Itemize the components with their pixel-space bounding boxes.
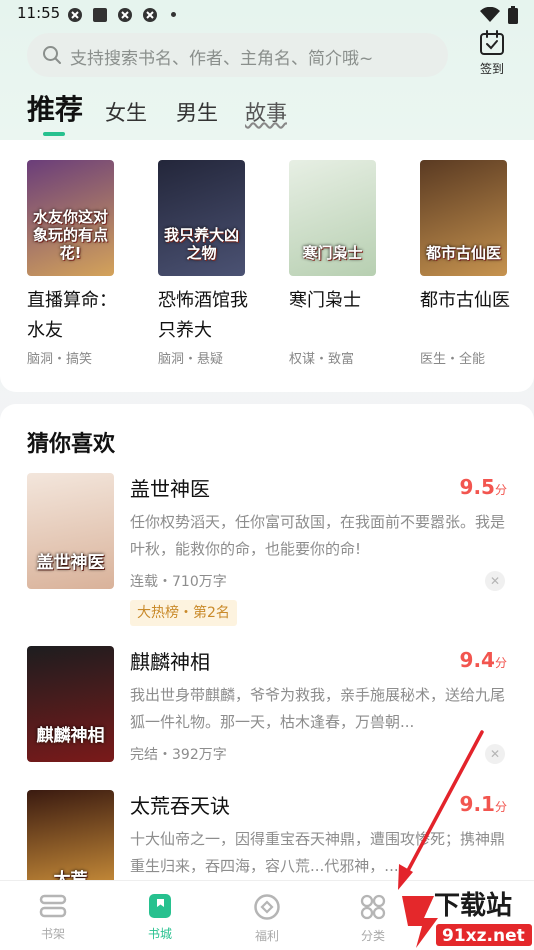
rank-badge: 大热榜・第2名 — [130, 600, 237, 626]
wifi-icon — [480, 7, 500, 22]
dismiss-icon[interactable]: ✕ — [485, 571, 505, 591]
book-cover[interactable]: 都市古仙医 — [420, 160, 507, 276]
cover-title: 麒麟神相 — [36, 726, 105, 746]
book-title[interactable]: 寒门枭士 — [289, 286, 399, 316]
welfare-icon — [254, 894, 280, 920]
category-icon — [360, 894, 386, 920]
book-cover[interactable]: 盖世神医 — [27, 473, 114, 589]
bookshelf-icon — [39, 894, 67, 918]
book-title: 盖世神医 — [130, 477, 210, 501]
book-score: 9.5分 — [460, 475, 507, 499]
book-cover[interactable]: 我只养大凶之物 — [158, 160, 245, 276]
book-description: 任你权势滔天，任你富可敌国，在我面前不要嚣张。我是叶秋，能救你的命，也能要你的命… — [130, 513, 506, 558]
book-cover[interactable]: 水友你这对象玩的有点花! — [27, 160, 114, 276]
cover-title: 我只养大凶之物 — [163, 226, 239, 262]
tab-male[interactable]: 男生 — [176, 97, 218, 127]
book-cover[interactable]: 寒门枭士 — [289, 160, 376, 276]
notification-icon — [68, 8, 82, 22]
score-unit: 分 — [494, 656, 507, 670]
battery-icon — [508, 6, 518, 24]
bookstore-icon — [149, 894, 171, 918]
notification-icon — [118, 8, 132, 22]
book-title[interactable]: 直播算命：水友 — [27, 286, 123, 346]
book-score: 9.4分 — [460, 648, 507, 672]
nav-label: 分类 — [360, 929, 385, 943]
tab-female[interactable]: 女生 — [105, 97, 147, 127]
checkin-label: 签到 — [479, 62, 504, 76]
status-bar: 11:55 — [0, 0, 534, 30]
tab-recommend[interactable]: 推荐 — [27, 88, 83, 128]
book-meta: 连载・710万字 — [130, 574, 227, 590]
cover-title: 都市古仙医 — [425, 244, 501, 262]
score-value: 9.1 — [459, 792, 495, 816]
nav-label: 书架 — [40, 927, 65, 941]
cover-title: 盖世神医 — [36, 553, 105, 573]
nav-welfare[interactable]: 福利 — [237, 893, 297, 944]
book-tags: 医生・全能 — [420, 352, 486, 367]
score-value: 9.4 — [459, 648, 495, 672]
book-score: 9.1分 — [460, 792, 507, 816]
notification-icon — [143, 8, 157, 22]
book-title[interactable]: 恐怖酒馆我只养大 — [158, 286, 254, 346]
calendar-check-icon — [480, 30, 504, 55]
book-list-item[interactable]: 盖世神医 盖世神医 9.5分 任你权势滔天，任你富可敌国，在我面前不要嚣张。我是叶秋，… — [27, 473, 507, 626]
search-placeholder: 支持搜索书名、作者、主角名、简介哦~ — [70, 49, 374, 69]
book-title: 太荒吞天诀 — [130, 794, 230, 818]
more-notifications-dot — [171, 12, 176, 17]
nav-label: 书城 — [147, 927, 172, 941]
search-bar[interactable]: 支持搜索书名、作者、主角名、简介哦~ — [27, 33, 448, 77]
book-meta: 完结・392万字 — [130, 747, 227, 763]
book-list-item[interactable]: 麒麟神相 麒麟神相 9.4分 我出世身带麒麟，爷爷为救我，亲手施展秘术，送给九尾狐一件… — [27, 646, 507, 786]
nav-bookshelf[interactable]: 书架 — [23, 893, 83, 942]
book-tags: 脑洞・搞笑 — [27, 352, 93, 367]
svg-text:下载站: 下载站 — [434, 891, 512, 921]
dismiss-icon[interactable]: ✕ — [485, 744, 505, 764]
book-tags: 脑洞・悬疑 — [158, 352, 224, 367]
cover-title: 寒门枭士 — [302, 244, 363, 262]
nav-category[interactable]: 分类 — [343, 893, 403, 944]
book-description: 十大仙帝之一，因得重宝吞天神鼎，遭围攻惨死；携神鼎重生归来，吞四海，容八荒...… — [130, 830, 506, 875]
score-value: 9.5 — [459, 475, 495, 499]
watermark-logo: 下载站 91xz.net — [396, 880, 534, 950]
book-description: 我出世身带麒麟，爷爷为救我，亲手施展秘术，送给九尾狐一件礼物。那一天，枯木逢春，… — [130, 686, 506, 731]
book-tags: 权谋・致富 — [289, 352, 355, 367]
checkin-button[interactable]: 签到 — [469, 30, 515, 80]
score-unit: 分 — [494, 800, 507, 814]
nav-label: 福利 — [254, 929, 279, 943]
guess-heading: 猜你喜欢 — [27, 432, 116, 457]
status-time: 11:55 — [17, 4, 61, 22]
tab-story[interactable]: 故事 — [245, 97, 287, 127]
search-icon — [43, 46, 61, 64]
book-title: 麒麟神相 — [130, 650, 210, 674]
app-notification-icon — [93, 8, 107, 22]
book-cover[interactable]: 麒麟神相 — [27, 646, 114, 762]
score-unit: 分 — [494, 483, 507, 497]
cover-title: 水友你这对象玩的有点花! — [32, 208, 108, 262]
nav-bookstore[interactable]: 书城 — [130, 893, 190, 942]
book-title[interactable]: 都市古仙医 — [420, 286, 516, 316]
active-tab-indicator — [43, 132, 65, 136]
svg-text:91xz.net: 91xz.net — [442, 926, 525, 946]
